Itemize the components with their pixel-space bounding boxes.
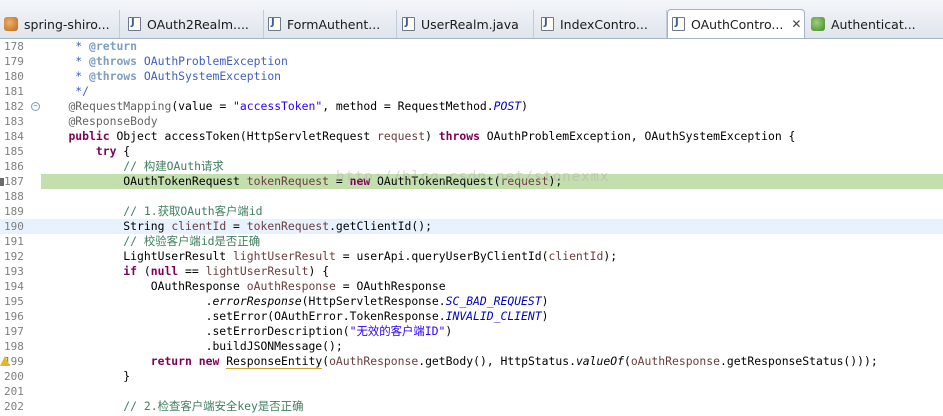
code-text: // 校验客户端id是否正确 — [123, 234, 261, 248]
code-line[interactable]: 180 * @throws OAuthSystemException — [0, 69, 943, 84]
code-line[interactable]: 179 * @throws OAuthProblemException — [0, 54, 943, 69]
code-line-warning[interactable]: 199 return new ResponseEntity(oAuthRespo… — [0, 354, 943, 369]
code-line[interactable]: 193 if (null == lightUserResult) { — [0, 264, 943, 279]
tab-oauth2realm[interactable]: OAuth2Realm.... — [124, 10, 264, 38]
tab-label: Authenticat... — [831, 16, 916, 32]
code-text: .setError(OAuthError.TokenResponse.INVAL… — [41, 309, 549, 323]
editor-tab-bar: spring-shiro... OAuth2Realm.... FormAuth… — [0, 0, 943, 39]
code-text: LightUserResult lightUserResult = userAp… — [41, 249, 618, 263]
tab-label: UserRealm.java — [421, 16, 519, 32]
code-line[interactable]: 202 // 2.检查客户端安全key是否正确 — [0, 399, 943, 414]
line-number: 188 — [4, 190, 24, 203]
code-text: @RequestMapping(value = "accessToken", m… — [68, 99, 528, 113]
line-number: 200 — [4, 370, 24, 383]
close-tab-icon[interactable]: ✕ — [791, 17, 801, 31]
line-number: 189 — [4, 205, 24, 218]
tab-label: spring-shiro... — [24, 16, 110, 32]
line-number: 181 — [4, 85, 24, 98]
tab-userrealm[interactable]: UserRealm.java — [398, 10, 534, 38]
line-number: 192 — [4, 250, 24, 263]
line-number: 183 — [4, 115, 24, 128]
code-line[interactable]: 200 } — [0, 369, 943, 384]
tab-authenticat[interactable]: Authenticat... — [807, 10, 943, 38]
code-line[interactable]: 188 — [0, 189, 943, 204]
code-text: * @return — [41, 39, 138, 53]
code-line[interactable]: 185 try { — [0, 144, 943, 159]
code-text: @ResponseBody — [68, 114, 158, 128]
code-editor[interactable]: 178 * @return 179 * @throws OAuthProblem… — [0, 39, 943, 416]
line-number: 184 — [4, 130, 24, 143]
line-number: 190 — [4, 220, 24, 233]
code-line[interactable]: 189 // 1.获取OAuth客户端id — [0, 204, 943, 219]
code-text: * @throws OAuthSystemException — [41, 69, 282, 83]
code-text: return new ResponseEntity(oAuthResponse.… — [150, 354, 878, 369]
warning-icon[interactable] — [0, 356, 10, 366]
tab-formauthent[interactable]: FormAuthent... — [264, 10, 397, 38]
code-line[interactable]: 201 — [0, 384, 943, 399]
line-number: 187 — [4, 175, 24, 188]
line-number: 179 — [4, 55, 24, 68]
line-number: 193 — [4, 265, 24, 278]
tab-label: FormAuthent... — [287, 16, 381, 32]
code-text: */ — [41, 84, 90, 98]
line-number: 186 — [4, 160, 24, 173]
tab-label: OAuth2Realm.... — [147, 16, 249, 32]
line-number: 194 — [4, 280, 24, 293]
java-file-icon — [672, 17, 685, 31]
code-line[interactable]: 183 @ResponseBody — [0, 114, 943, 129]
tab-label: IndexContro... — [560, 16, 648, 32]
debug-marker-icon[interactable] — [0, 178, 4, 186]
class-icon — [811, 17, 825, 31]
code-text: * @throws OAuthProblemException — [41, 54, 288, 68]
code-line[interactable]: 186 // 构建OAuth请求 — [0, 159, 943, 174]
code-text: OAuthResponse oAuthResponse = OAuthRespo… — [41, 279, 446, 293]
code-line[interactable]: 194 OAuthResponse oAuthResponse = OAuthR… — [0, 279, 943, 294]
line-number: 191 — [4, 235, 24, 248]
code-line[interactable]: 181 */ — [0, 84, 943, 99]
code-text: String clientId = tokenRequest.getClient… — [41, 219, 432, 233]
java-file-icon — [128, 17, 141, 31]
code-line[interactable]: 197 .setErrorDescription("无效的客户端ID") — [0, 324, 943, 339]
line-number: 198 — [4, 340, 24, 353]
line-number: 196 — [4, 310, 24, 323]
line-number: 197 — [4, 325, 24, 338]
line-number: 202 — [4, 400, 24, 413]
code-text: .buildJSONMessage(); — [41, 339, 343, 353]
code-line-highlighted[interactable]: 187 OAuthTokenRequest tokenRequest = new… — [0, 174, 943, 189]
line-number: 201 — [4, 385, 24, 398]
code-line[interactable]: 195 .errorResponse(HttpServletResponse.S… — [0, 294, 943, 309]
code-line[interactable]: 198 .buildJSONMessage(); — [0, 339, 943, 354]
java-file-icon — [402, 17, 415, 31]
code-line[interactable]: 192 LightUserResult lightUserResult = us… — [0, 249, 943, 264]
code-line[interactable]: 178 * @return — [0, 39, 943, 54]
code-text: try { — [95, 144, 131, 158]
code-line[interactable]: 191 // 校验客户端id是否正确 — [0, 234, 943, 249]
line-number: 195 — [4, 295, 24, 308]
code-text: // 1.获取OAuth客户端id — [123, 204, 263, 218]
java-file-icon — [541, 17, 554, 31]
tab-indexcontroller[interactable]: IndexContro... — [537, 10, 667, 38]
code-line[interactable]: 182 − @RequestMapping(value = "accessTok… — [0, 99, 943, 114]
tab-label: OAuthContro... — [691, 16, 784, 32]
line-number: 180 — [4, 70, 24, 83]
code-text: } — [41, 369, 131, 383]
code-text: if (null == lightUserResult) { — [123, 264, 330, 278]
code-text: .setErrorDescription("无效的客户端ID") — [41, 324, 453, 338]
line-number: 185 — [4, 145, 24, 158]
tool-icon — [4, 17, 18, 31]
java-file-icon — [268, 17, 281, 31]
code-text: public Object accessToken(HttpServletReq… — [68, 129, 796, 143]
code-text: OAuthTokenRequest tokenRequest = new OAu… — [41, 174, 943, 189]
fold-toggle-icon[interactable]: − — [31, 102, 40, 111]
code-line[interactable]: 196 .setError(OAuthError.TokenResponse.I… — [0, 309, 943, 324]
code-text: .errorResponse(HttpServletResponse.SC_BA… — [41, 294, 549, 308]
code-text: // 2.检查客户端安全key是否正确 — [123, 399, 304, 413]
line-number: 178 — [4, 40, 24, 53]
code-line[interactable]: 184 public Object accessToken(HttpServle… — [0, 129, 943, 144]
tab-spring-shiro[interactable]: spring-shiro... — [0, 10, 120, 38]
code-text: // 构建OAuth请求 — [123, 159, 224, 173]
tab-oauthcontroller[interactable]: OAuthContro... ✕ — [667, 9, 805, 38]
code-line-current[interactable]: 190 String clientId = tokenRequest.getCl… — [0, 219, 943, 234]
